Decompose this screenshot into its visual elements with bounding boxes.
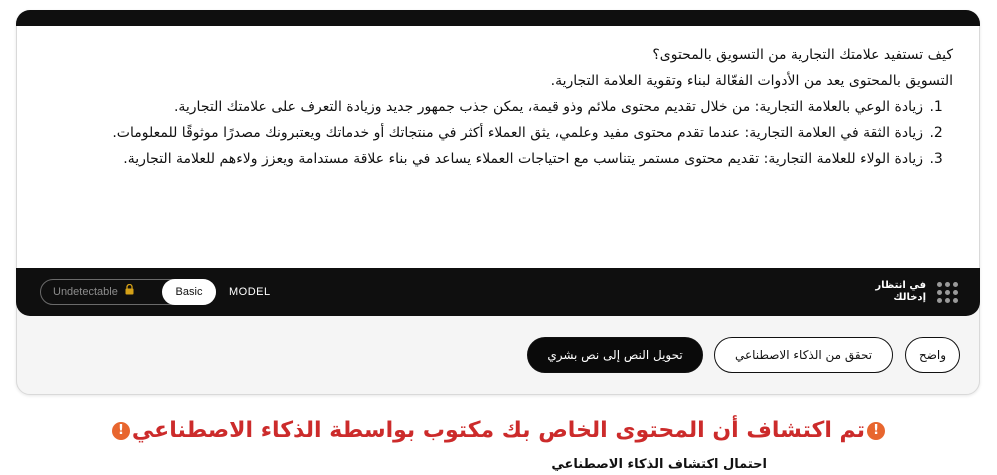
- status-line-2: إدخالك: [893, 292, 926, 303]
- result-heading: !تم اكتشاف أن المحتوى الخاص بك مكتوب بوا…: [0, 414, 997, 448]
- mode-undetectable-option[interactable]: Undetectable: [53, 280, 134, 304]
- check-ai-button[interactable]: تحقق من الذكاء الاصطناعي: [714, 337, 893, 373]
- editor-toolbar: Undetectable Basic MODEL في انتظار إدخال…: [16, 268, 980, 316]
- lock-icon: [125, 280, 134, 304]
- model-label: MODEL: [229, 286, 271, 298]
- mode-basic-option[interactable]: Basic: [162, 279, 216, 305]
- editor-point: زيادة الوعي بالعلامة التجارية: من خلال ت…: [87, 94, 925, 120]
- warning-icon: !: [867, 422, 886, 440]
- editor-points-list: زيادة الوعي بالعلامة التجارية: من خلال ت…: [87, 94, 953, 172]
- editor-point: زيادة الثقة في العلامة التجارية: عندما ت…: [87, 120, 925, 146]
- mode-toggle[interactable]: Undetectable Basic: [40, 279, 216, 305]
- status-line-1: في انتظار: [875, 280, 926, 291]
- clear-button[interactable]: واضح: [905, 337, 960, 373]
- editor-content[interactable]: كيف تستفيد علامتك التجارية من التسويق با…: [87, 42, 953, 172]
- warning-icon: !: [111, 422, 130, 440]
- editor-question: كيف تستفيد علامتك التجارية من التسويق با…: [652, 47, 953, 63]
- mode-undetectable-label: Undetectable: [53, 286, 118, 298]
- status-text: في انتظار إدخالك: [856, 280, 926, 304]
- result-subtext: احتمال اكتشاف الذكاء الاصطناعي: [551, 457, 767, 472]
- editor-point: زيادة الولاء للعلامة التجارية: تقديم محت…: [87, 146, 925, 172]
- card-top-bar: [16, 10, 980, 26]
- text-editor[interactable]: كيف تستفيد علامتك التجارية من التسويق با…: [17, 26, 979, 268]
- editor-intro: التسويق بالمحتوى يعد من الأدوات الفعّالة…: [550, 73, 953, 89]
- grid-dots-icon[interactable]: [937, 282, 958, 303]
- humanize-button[interactable]: تحويل النص إلى نص بشري: [527, 337, 703, 373]
- result-heading-text: تم اكتشاف أن المحتوى الخاص بك مكتوب بواس…: [131, 418, 866, 443]
